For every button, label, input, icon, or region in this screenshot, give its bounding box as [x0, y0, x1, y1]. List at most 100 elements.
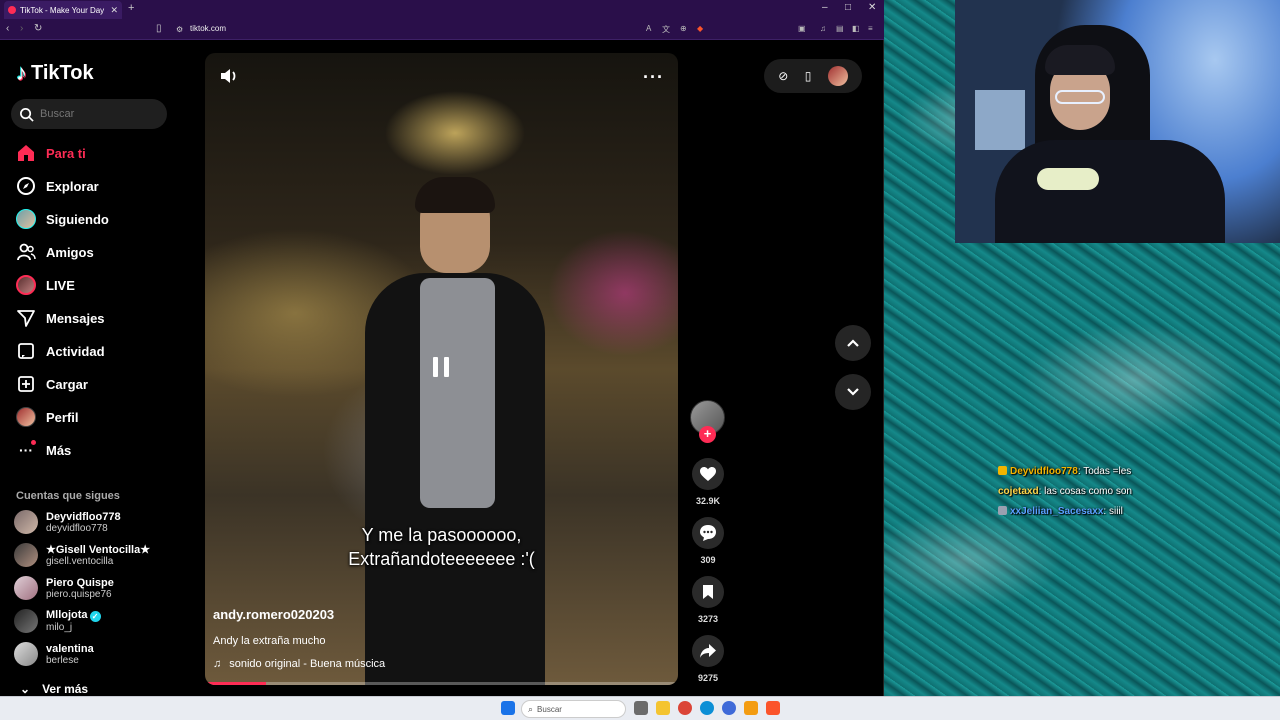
chat-message: Deyvidfloo778: Todas =les — [998, 462, 1258, 482]
sidebar-toggle-icon[interactable]: ◧ — [852, 24, 860, 33]
nav-siguiendo[interactable]: Siguiendo — [16, 208, 109, 230]
chat-username: xxJeliian_Sacesaxx — [1010, 506, 1104, 517]
nav-perfil[interactable]: Perfil — [16, 406, 79, 428]
language-icon[interactable]: 文 — [662, 24, 670, 35]
tiktok-logo[interactable]: ♪ TikTok — [16, 60, 94, 86]
nav-amigos[interactable]: Amigos — [16, 241, 94, 263]
video-sound[interactable]: ♫ sonido original - Buena múscica — [213, 658, 385, 670]
share-count: 9275 — [697, 673, 719, 683]
video-progress-bar[interactable] — [205, 682, 678, 685]
pause-icon[interactable] — [427, 353, 455, 381]
account-name: Piero Quispe — [46, 576, 114, 589]
share-button[interactable]: 9275 — [690, 635, 726, 683]
minimize-button[interactable]: – — [822, 2, 828, 13]
compass-icon — [16, 176, 36, 196]
video-player[interactable]: ··· Y me la pasoooooo, Extrañandoteeeeee… — [205, 53, 678, 685]
search-box[interactable] — [11, 99, 167, 129]
nav-mensajes[interactable]: Mensajes — [16, 307, 105, 329]
profile-avatar-icon[interactable] — [827, 66, 848, 86]
task-view-icon[interactable] — [634, 701, 648, 715]
reload-icon[interactable]: ↻ — [34, 23, 42, 34]
start-icon[interactable] — [501, 701, 515, 715]
edge-icon[interactable] — [700, 701, 714, 715]
following-avatar-icon — [16, 209, 36, 229]
taskbar-search[interactable]: ⌕ Buscar — [521, 700, 626, 718]
follow-plus-icon[interactable]: + — [699, 426, 716, 443]
previous-video-button[interactable] — [835, 325, 871, 361]
comment-button[interactable]: 309 — [690, 517, 726, 565]
following-account[interactable]: Piero Quispe piero.quispe76 — [14, 576, 114, 600]
nav-label: Perfil — [46, 409, 79, 425]
webcam-overlay — [955, 0, 1280, 243]
video-progress-fill — [205, 682, 267, 685]
tab-bar: TikTok - Make Your Day ✕ + – □ ✕ — [0, 0, 884, 20]
brave-shield-icon[interactable]: ◆ — [697, 24, 703, 33]
app-icon[interactable] — [744, 701, 758, 715]
chat-username: Deyvidfloo778 — [1010, 466, 1078, 477]
next-video-button[interactable] — [835, 374, 871, 410]
nav-cargar[interactable]: Cargar — [16, 373, 88, 395]
nav-label: Mensajes — [46, 310, 105, 326]
avatar — [14, 543, 38, 567]
nav-mas[interactable]: ··· Más — [16, 439, 71, 461]
chat-text: : las cosas como son — [1038, 486, 1132, 497]
following-account[interactable]: valentina berlese — [14, 642, 94, 666]
following-account[interactable]: ★Gisell Ventocilla★ gisell.ventocilla — [14, 543, 150, 567]
maximize-button[interactable]: □ — [845, 2, 851, 13]
back-icon[interactable]: ‹ — [6, 23, 9, 34]
more-options-icon[interactable]: ··· — [643, 67, 664, 88]
discord-icon[interactable] — [722, 701, 736, 715]
zoom-icon[interactable]: ⊕ — [680, 24, 687, 33]
bookmark-icon — [692, 576, 724, 608]
verified-badge-icon: ✓ — [89, 611, 101, 622]
site-info-icon[interactable]: ⚙ — [176, 25, 183, 34]
wallet-icon[interactable]: ▣ — [798, 24, 806, 33]
like-button[interactable]: 32.9K — [690, 458, 726, 506]
comment-icon — [692, 517, 724, 549]
new-tab-button[interactable]: + — [128, 2, 134, 14]
account-name: valentina — [46, 642, 94, 655]
chat-message: xxJeliian_Sacesaxx: siiil — [998, 502, 1258, 522]
account-handle: milo_j — [46, 622, 73, 633]
music-icon[interactable]: ♫ — [820, 24, 826, 33]
save-count: 3273 — [697, 614, 719, 624]
see-more-button[interactable]: ⌄ Ver más — [20, 682, 88, 696]
translate-icon[interactable]: A — [646, 24, 651, 33]
nav-actividad[interactable]: Actividad — [16, 340, 105, 362]
menu-icon[interactable]: ≡ — [868, 24, 873, 33]
chrome-icon[interactable] — [678, 701, 692, 715]
caption-line: Extrañandoteeeeeee :'( — [348, 549, 535, 569]
brave-icon[interactable] — [766, 701, 780, 715]
avatar — [14, 642, 38, 666]
close-tab-icon[interactable]: ✕ — [110, 5, 118, 16]
nav-label: Siguiendo — [46, 211, 109, 227]
tiktok-favicon-icon — [8, 6, 16, 14]
bookmark-icon[interactable]: ▯ — [156, 23, 162, 34]
volume-icon[interactable] — [219, 67, 239, 90]
mobile-icon[interactable]: ▯ — [805, 69, 812, 83]
forward-icon[interactable]: › — [20, 23, 23, 34]
save-button[interactable]: 3273 — [690, 576, 726, 624]
caption-line: Y me la pasoooooo, — [361, 525, 522, 545]
like-count: 32.9K — [695, 496, 721, 506]
chevron-up-icon — [847, 339, 859, 347]
following-account[interactable]: Deyvidfloo778 deyvidfloo778 — [14, 510, 121, 534]
close-window-button[interactable]: ✕ — [868, 2, 876, 13]
search-input[interactable] — [40, 108, 150, 120]
avatar — [14, 609, 38, 633]
chat-message: cojetaxd: las cosas como son — [998, 482, 1258, 502]
tab-tiktok[interactable]: TikTok - Make Your Day ✕ — [4, 1, 122, 19]
video-author[interactable]: andy.romero020203 — [213, 607, 334, 622]
url-field[interactable]: tiktok.com — [190, 24, 226, 33]
file-explorer-icon[interactable] — [656, 701, 670, 715]
nav-para-ti[interactable]: Para ti — [16, 142, 86, 164]
reader-icon[interactable]: ▤ — [836, 24, 844, 33]
compass-icon[interactable]: ⊘ — [778, 69, 788, 83]
nav-explorar[interactable]: Explorar — [16, 175, 99, 197]
friends-icon — [16, 242, 36, 262]
nav-live[interactable]: LIVE — [16, 274, 75, 296]
account-handle: piero.quispe76 — [46, 588, 112, 600]
nav-label: Explorar — [46, 178, 99, 194]
following-account[interactable]: Mllojota ✓ milo_j — [14, 609, 101, 633]
music-note-icon: ♫ — [213, 658, 222, 670]
